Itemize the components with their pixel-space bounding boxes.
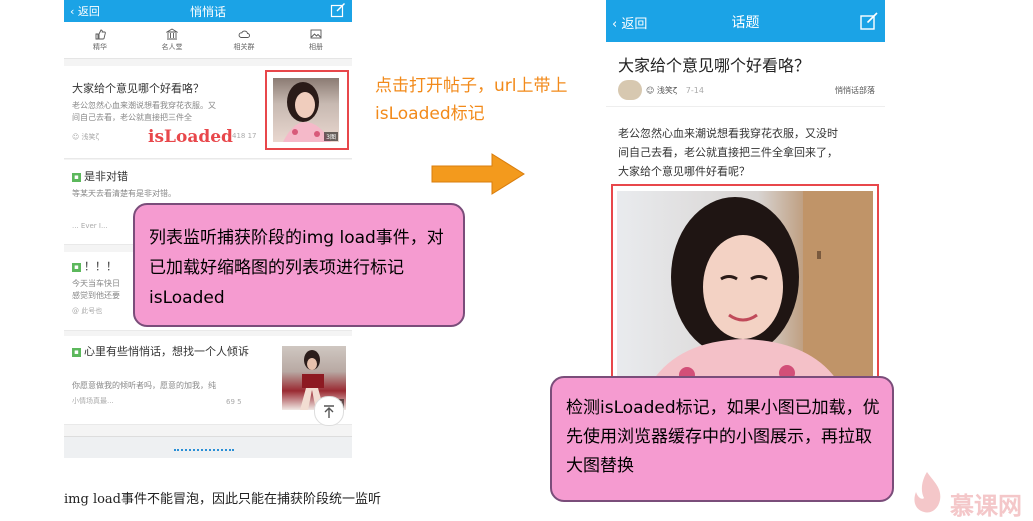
watermark: 慕课网 bbox=[908, 466, 1033, 520]
avatar[interactable] bbox=[618, 80, 642, 100]
flame-logo-icon bbox=[914, 472, 941, 513]
author-name: 浅笑ζ bbox=[656, 86, 678, 95]
post-title: 是非对错 bbox=[84, 170, 128, 183]
post-excerpt-line: 今天当车快日 bbox=[72, 279, 120, 288]
bottom-caption: img load事件不能冒泡，因此只能在捕获阶段统一监听 bbox=[64, 492, 381, 507]
post-title: ！！！ bbox=[84, 260, 117, 273]
category-album[interactable]: 相册 bbox=[280, 22, 352, 58]
post-meta: @ 此号也 bbox=[72, 307, 103, 315]
author-name: 浅笑ζ bbox=[81, 133, 100, 141]
post-body-line: 老公忽然心血来潮说想看我穿花衣服，又没时 bbox=[618, 127, 838, 140]
post-body-line: 大家给个意见哪件好看呢？ bbox=[618, 165, 750, 178]
category-label: 相册 bbox=[309, 43, 323, 51]
post-excerpt: 你愿意做我的倾听者吗，愿意的加我，纯 bbox=[72, 381, 216, 390]
post-meta: ... Ever I... bbox=[72, 222, 108, 230]
scroll-top-button[interactable] bbox=[314, 396, 344, 426]
post-title-row: ▪ 心里有些悄悄话，想找一个人倾诉 bbox=[72, 344, 252, 359]
post-body-line: 间自己去看，老公就直接把三件全拿回来了， bbox=[618, 146, 838, 159]
post-title: 大家给个意见哪个好看咯？ bbox=[618, 56, 811, 75]
category-essence[interactable]: 精华 bbox=[64, 22, 136, 58]
category-bar: 精华 名人堂 相关群 相册 bbox=[64, 22, 352, 59]
post-author: 小情场真最... bbox=[72, 397, 114, 405]
category-hall-of-fame[interactable]: 名人堂 bbox=[136, 22, 208, 58]
post-title-row: ▪！！！ bbox=[72, 258, 117, 274]
category-label: 名人堂 bbox=[161, 43, 183, 51]
post-excerpt: 等某天去看清楚有是非对错。 bbox=[72, 189, 176, 198]
post-title: 大家给个意见哪个好看咯？ bbox=[72, 82, 204, 95]
arrow-up-icon bbox=[324, 405, 334, 418]
arrow-right-icon bbox=[431, 153, 525, 195]
isloaded-label: isLoaded bbox=[148, 127, 233, 147]
post-title: 心里有些悄悄话，想找一个人倾诉 bbox=[84, 345, 249, 358]
post-title-row: ▪ 是非对错 bbox=[72, 168, 128, 184]
green-tag-icon: ▪ bbox=[72, 348, 81, 357]
post-body: 老公忽然心血来潮说想看我穿花衣服，又没时 间自己去看，老公就直接把三件全拿回来了… bbox=[618, 124, 838, 181]
photo-icon bbox=[310, 29, 322, 39]
post-thumbnail[interactable]: 3图 bbox=[273, 78, 339, 142]
compose-icon[interactable] bbox=[330, 2, 346, 18]
green-tag-icon: ▪ bbox=[72, 173, 81, 182]
post-author: ☺ 浅笑ζ bbox=[72, 133, 100, 141]
right-callout: 检测isLoaded标记，如果小图已加载，优先使用浏览器缓存中的小图展示，再拉取… bbox=[550, 376, 894, 502]
author-row: ☺ 浅笑ζ 7-14 bbox=[646, 86, 704, 95]
category-label: 精华 bbox=[93, 43, 107, 51]
watermark-text: 慕课网 bbox=[950, 492, 1022, 520]
category-label: 相关群 bbox=[233, 43, 255, 51]
category-related-groups[interactable]: 相关群 bbox=[208, 22, 280, 58]
post-date: 7-14 bbox=[685, 86, 704, 95]
cloud-icon bbox=[238, 30, 250, 38]
thumbnail-highlight: 3图 bbox=[265, 70, 349, 150]
compose-icon[interactable] bbox=[859, 11, 879, 31]
left-nav-title: 悄悄话 bbox=[189, 5, 226, 19]
post-excerpt-line: 间自己去看，老公就直接把三件全 bbox=[72, 113, 192, 122]
right-nav-bar: ‹ 返回 话题 bbox=[606, 0, 885, 42]
thumbs-up-icon bbox=[95, 29, 106, 40]
post-stats: 69 5 bbox=[226, 398, 242, 406]
post-excerpt-line: 老公忽然心血来潮说想看我穿花衣服。又 bbox=[72, 101, 216, 110]
board-link[interactable]: 悄悄话部落 bbox=[835, 85, 875, 96]
arrow-caption: 点击打开帖子，url上带上isLoaded标记 bbox=[375, 76, 568, 124]
loading-indicator bbox=[174, 449, 234, 454]
post-stats: 418 17 bbox=[232, 132, 257, 140]
list-item[interactable]: ▪ 心里有些悄悄话，想找一个人倾诉 你愿意做我的倾听者吗，愿意的加我，纯 小情场真… bbox=[64, 336, 352, 425]
left-callout: 列表监听捕获阶段的img load事件，对已加载好缩略图的列表项进行标记isLo… bbox=[133, 203, 465, 327]
green-tag-icon: ▪ bbox=[72, 263, 81, 272]
woman-photo-icon bbox=[647, 191, 873, 390]
post-excerpt-line: 感觉到他还要 bbox=[72, 291, 120, 300]
divider bbox=[606, 106, 885, 107]
load-more-bar[interactable] bbox=[64, 436, 352, 458]
thumbnail-count: 3图 bbox=[324, 132, 338, 141]
right-nav-title: 话题 bbox=[731, 15, 760, 31]
left-nav-bar: ‹ 返回 悄悄话 bbox=[64, 0, 352, 22]
building-icon bbox=[166, 28, 178, 40]
large-post-image[interactable] bbox=[617, 191, 873, 390]
